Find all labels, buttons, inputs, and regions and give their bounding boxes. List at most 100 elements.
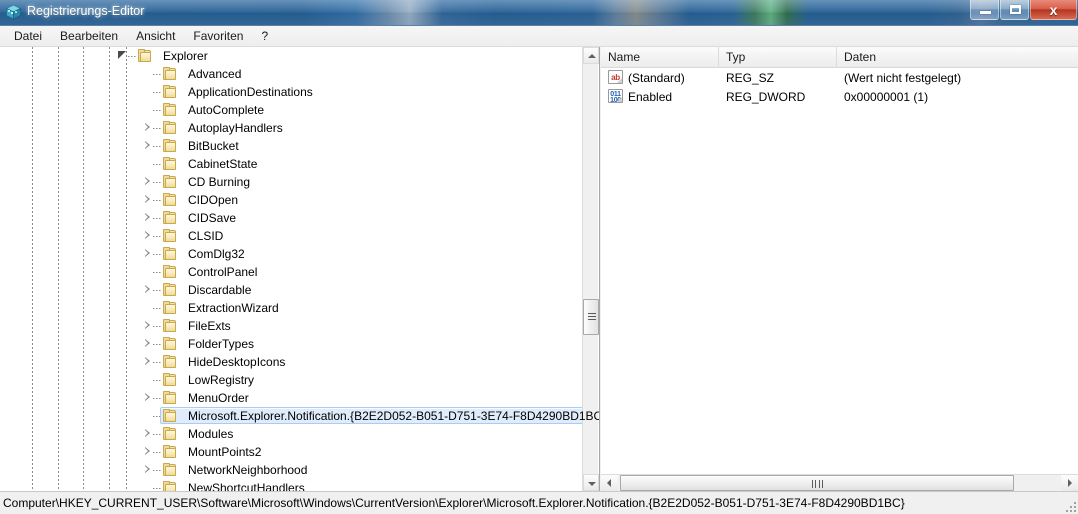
expand-triangle-icon[interactable]: [142, 140, 153, 151]
scroll-left-button[interactable]: [601, 475, 618, 491]
tree-item-label: CLSID: [188, 229, 224, 243]
tree-item[interactable]: ControlPanel: [0, 263, 583, 281]
value-row[interactable]: ab (Standard) REG_SZ (Wert nicht festgelegt…: [601, 68, 1078, 87]
collapse-triangle-icon[interactable]: [117, 50, 128, 61]
folder-icon: [162, 211, 178, 225]
resize-grip-icon[interactable]: [1064, 500, 1076, 512]
expand-triangle-icon[interactable]: [142, 428, 153, 439]
tree-item[interactable]: NewShortcutHandlers: [0, 479, 583, 491]
expand-triangle-icon[interactable]: [142, 176, 153, 187]
tree-item[interactable]: FolderTypes: [0, 335, 583, 353]
registry-values-pane[interactable]: Name Typ Daten ab (Standard) REG_SZ (Wert n…: [601, 47, 1078, 491]
menu-datei[interactable]: Datei: [5, 27, 51, 45]
tree-item[interactable]: Explorer: [0, 47, 583, 65]
regedit-window: Registrierungs-Editor x Datei Bearbeiten…: [0, 0, 1078, 514]
tree-connector-line: [153, 110, 162, 111]
expand-triangle-icon[interactable]: [142, 230, 153, 241]
tree-item[interactable]: MountPoints2: [0, 443, 583, 461]
tree-item[interactable]: AutoplayHandlers: [0, 119, 583, 137]
folder-icon: [162, 139, 178, 153]
tree-item[interactable]: CLSID: [0, 227, 583, 245]
tree-connector-line: [153, 128, 162, 129]
expand-triangle-icon[interactable]: [142, 122, 153, 133]
maximize-button[interactable]: [1000, 0, 1029, 20]
tree-connector-line: [153, 488, 162, 489]
scroll-up-button[interactable]: [583, 47, 599, 64]
tree-item[interactable]: Modules: [0, 425, 583, 443]
hscroll-thumb[interactable]: [620, 475, 1014, 491]
value-row[interactable]: 011 100 Enabled REG_DWORD 0x00000001 (1): [601, 87, 1078, 106]
tree-item-label: LowRegistry: [188, 373, 255, 387]
tree-item-label: AutoplayHandlers: [188, 121, 283, 135]
folder-icon: [162, 283, 178, 297]
column-name[interactable]: Name: [601, 47, 719, 68]
scroll-thumb[interactable]: [583, 299, 599, 335]
maximize-icon: [1010, 5, 1021, 14]
tree-connector-line: [153, 200, 162, 201]
registry-tree-pane[interactable]: Explorer Advanced ApplicationDestinations A…: [0, 47, 600, 491]
expand-triangle-icon[interactable]: [142, 392, 153, 403]
tree-item[interactable]: MenuOrder: [0, 389, 583, 407]
tree-item[interactable]: CIDSave: [0, 209, 583, 227]
tree-item[interactable]: AutoComplete: [0, 101, 583, 119]
values-horizontal-scrollbar[interactable]: [601, 474, 1078, 491]
menu-bearbeiten[interactable]: Bearbeiten: [51, 27, 127, 45]
tree-item[interactable]: ApplicationDestinations: [0, 83, 583, 101]
tree-item-label: MountPoints2: [188, 445, 262, 459]
tree-item-label: CIDOpen: [188, 193, 239, 207]
menu-hilfe[interactable]: ?: [252, 27, 277, 45]
expand-triangle-icon[interactable]: [142, 338, 153, 349]
scroll-right-button[interactable]: [1061, 475, 1078, 491]
tree-item-label: CIDSave: [188, 211, 237, 225]
expand-triangle-icon[interactable]: [142, 212, 153, 223]
tree-vertical-scrollbar[interactable]: [582, 47, 599, 491]
tree-item[interactable]: CD Burning: [0, 173, 583, 191]
folder-icon: [162, 355, 178, 369]
tree-item-label: CD Burning: [188, 175, 251, 189]
tree-item[interactable]: LowRegistry: [0, 371, 583, 389]
tree-connector-line: [153, 470, 162, 471]
expand-triangle-icon[interactable]: [142, 248, 153, 259]
tree-item-label: Microsoft.Explorer.Notification.{B2E2D05…: [188, 409, 600, 423]
regedit-icon: [5, 4, 22, 20]
folder-icon: [162, 85, 178, 99]
tree-connector-line: [153, 218, 162, 219]
tree-connector-line: [128, 56, 137, 57]
scroll-down-button[interactable]: [583, 474, 599, 491]
tree-item[interactable]: Discardable: [0, 281, 583, 299]
folder-icon: [162, 463, 178, 477]
tree-item[interactable]: CabinetState: [0, 155, 583, 173]
tree-item[interactable]: BitBucket: [0, 137, 583, 155]
tree-item[interactable]: HideDesktopIcons: [0, 353, 583, 371]
tree-item-label: HideDesktopIcons: [188, 355, 286, 369]
folder-icon: [162, 265, 178, 279]
expand-triangle-icon[interactable]: [142, 284, 153, 295]
tree-item[interactable]: CIDOpen: [0, 191, 583, 209]
folder-icon: [162, 67, 178, 81]
value-name: (Standard): [628, 70, 685, 85]
menu-bar: Datei Bearbeiten Ansicht Favoriten ?: [0, 26, 1078, 47]
tree-item-selected[interactable]: Microsoft.Explorer.Notification.{B2E2D05…: [0, 407, 599, 425]
minimize-button[interactable]: [970, 0, 999, 20]
tree-item[interactable]: NetworkNeighborhood: [0, 461, 583, 479]
expand-triangle-icon[interactable]: [142, 320, 153, 331]
value-data: 0x00000001 (1): [844, 89, 929, 104]
column-typ[interactable]: Typ: [719, 47, 837, 68]
folder-icon: [162, 121, 178, 135]
tree-item[interactable]: ExtractionWizard: [0, 299, 583, 317]
dword-value-icon: 011 100: [608, 89, 623, 103]
title-bar[interactable]: Registrierungs-Editor x: [0, 0, 1078, 26]
column-daten[interactable]: Daten: [837, 47, 1078, 68]
tree-item[interactable]: ComDlg32: [0, 245, 583, 263]
value-data: (Wert nicht festgelegt): [844, 70, 962, 85]
close-button[interactable]: x: [1030, 0, 1077, 20]
tree-item[interactable]: Advanced: [0, 65, 583, 83]
expand-triangle-icon[interactable]: [142, 194, 153, 205]
menu-ansicht[interactable]: Ansicht: [127, 27, 184, 45]
expand-triangle-icon[interactable]: [142, 356, 153, 367]
tree-item[interactable]: FileExts: [0, 317, 583, 335]
menu-favoriten[interactable]: Favoriten: [184, 27, 252, 45]
folder-icon: [162, 157, 178, 171]
expand-triangle-icon[interactable]: [142, 446, 153, 457]
expand-triangle-icon[interactable]: [142, 464, 153, 475]
